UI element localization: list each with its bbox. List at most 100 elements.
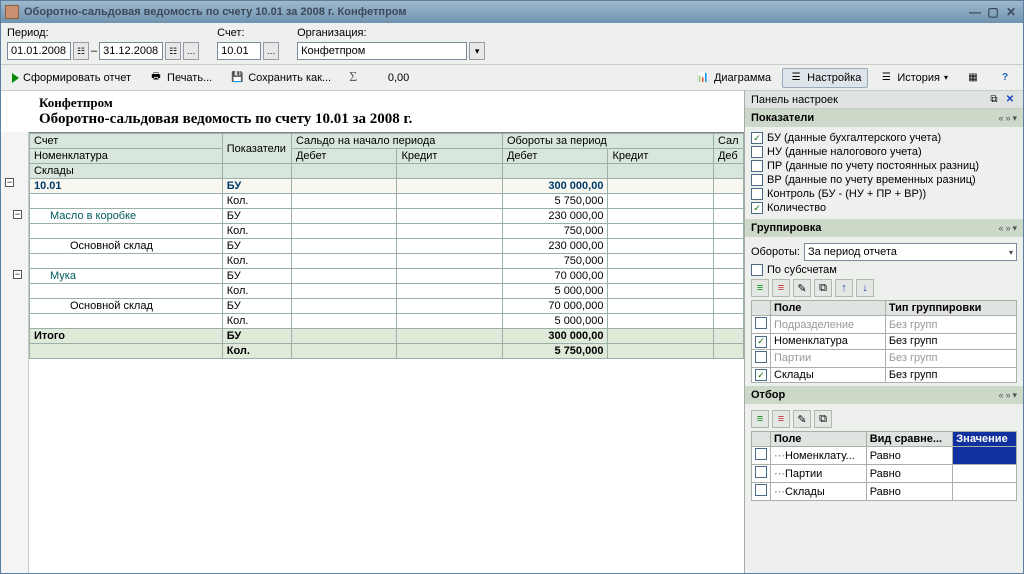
account-input[interactable] [217, 42, 261, 60]
outline-node[interactable]: − [13, 210, 22, 219]
move-up-button[interactable]: ↑ [835, 279, 853, 297]
save-icon: 💾 [230, 71, 244, 85]
print-button[interactable]: 🖶 Печать... [142, 68, 219, 88]
org-input[interactable] [297, 42, 467, 60]
account-label: Счет: [217, 27, 279, 39]
copy-button[interactable]: ⧉ [814, 279, 832, 297]
checkbox-qty[interactable] [751, 202, 763, 214]
indicators-section-header: Показатели « » ▾ [745, 109, 1023, 127]
window-title: Оборотно-сальдовая ведомость по счету 10… [24, 6, 965, 18]
minimize-button[interactable]: — [967, 5, 983, 19]
report-grid[interactable]: Счет Показатели Сальдо на начало периода… [29, 132, 744, 573]
date-to-input[interactable] [99, 42, 163, 60]
account-select-button[interactable]: … [263, 42, 279, 60]
calendar-to-icon[interactable]: ☷ [165, 42, 181, 60]
col-turnover: Обороты за период [502, 134, 713, 149]
table-row: Основной складБУ70 000,000 [30, 299, 744, 314]
turnover-label: Обороты: [751, 246, 800, 258]
list-item: НоменклатураБез групп [752, 334, 1017, 350]
gear-icon: ▦ [966, 71, 980, 85]
panel-dock-button[interactable]: ⧉ [987, 93, 1001, 107]
printer-icon: 🖶 [149, 71, 163, 85]
filter-toolbar: ≡ ≡ ✎ ⧉ [751, 410, 1017, 428]
outline-node[interactable]: − [13, 270, 22, 279]
list-item: ⋯ПартииРавно [752, 465, 1017, 483]
checkbox-nu[interactable] [751, 146, 763, 158]
calendar-from-icon[interactable]: ☷ [73, 42, 89, 60]
edit-button[interactable]: ✎ [793, 410, 811, 428]
period-select-button[interactable]: … [183, 42, 199, 60]
table-row: Кол.750,000 [30, 254, 744, 269]
table-row: Масло в коробкеБУ230 000,00 [30, 209, 744, 224]
delete-row-button[interactable]: ≡ [772, 279, 790, 297]
titlebar: Оборотно-сальдовая ведомость по счету 10… [1, 1, 1023, 23]
period-label: Период: [7, 27, 199, 39]
panel-close-button[interactable]: ✕ [1003, 93, 1017, 107]
checkbox-pr[interactable] [751, 160, 763, 172]
grouping-toolbar: ≡ ≡ ✎ ⧉ ↑ ↓ [751, 279, 1017, 297]
table-row: Основной складБУ230 000,00 [30, 239, 744, 254]
grouping-table[interactable]: ПолеТип группировки ПодразделениеБез гру… [751, 300, 1017, 383]
list-item: СкладыБез групп [752, 367, 1017, 383]
turnover-combo[interactable]: За период отчета▾ [804, 243, 1017, 261]
outline-node[interactable]: − [5, 178, 14, 187]
table-row: 10.01БУ300 000,00 [30, 179, 744, 194]
help-icon: ? [998, 71, 1012, 85]
chart-icon: 📊 [696, 71, 710, 85]
sigma-icon: Σ [349, 70, 357, 86]
table-row-total: Кол.5 750,000 [30, 344, 744, 359]
col-account: Счет [30, 134, 223, 149]
move-down-button[interactable]: ↓ [856, 279, 874, 297]
indicators-section: БУ (данные бухгалтерского учета) НУ (дан… [745, 127, 1023, 219]
nav-next-icon[interactable]: » [1005, 113, 1010, 123]
filter-table[interactable]: ПолеВид сравне...Значение ⋯Номенклату...… [751, 431, 1017, 501]
grouping-section-header: Группировка «»▾ [745, 219, 1023, 237]
play-icon [12, 73, 19, 83]
table-row: Кол.5 000,000 [30, 284, 744, 299]
col-balance-begin: Сальдо на начало периода [291, 134, 502, 149]
filter-section-header: Отбор «»▾ [745, 386, 1023, 404]
copy-button[interactable]: ⧉ [814, 410, 832, 428]
history-icon: ☰ [879, 71, 893, 85]
maximize-button[interactable]: ▢ [985, 5, 1001, 19]
settings-list-icon: ☰ [789, 71, 803, 85]
report-header: Конфетпром Оборотно-сальдовая ведомость … [1, 91, 744, 132]
delete-row-button[interactable]: ≡ [772, 410, 790, 428]
org-dropdown-button[interactable]: ▾ [469, 42, 485, 60]
col-balance-end: Сал [713, 134, 743, 149]
filter-section: ≡ ≡ ✎ ⧉ ПолеВид сравне...Значение ⋯Номен… [745, 404, 1023, 504]
checkbox-vr[interactable] [751, 174, 763, 186]
history-button[interactable]: ☰ История ▾ [872, 68, 955, 88]
add-row-button[interactable]: ≡ [751, 410, 769, 428]
chevron-down-icon[interactable]: ▾ [1012, 113, 1017, 124]
sum-display: Σ 0,00 [342, 67, 416, 89]
nav-prev-icon[interactable]: « [998, 113, 1003, 123]
content-area: Конфетпром Оборотно-сальдовая ведомость … [1, 91, 1023, 573]
list-item: ⋯Номенклату...Равно [752, 447, 1017, 465]
checkbox-subaccounts[interactable] [751, 264, 763, 276]
list-item: ПодразделениеБез групп [752, 316, 1017, 334]
table-row: МукаБУ70 000,00 [30, 269, 744, 284]
date-from-input[interactable] [7, 42, 71, 60]
table-row-total: ИтогоБУ300 000,00 [30, 329, 744, 344]
chevron-down-icon: ▾ [944, 73, 948, 82]
edit-button[interactable]: ✎ [793, 279, 811, 297]
report-area: Конфетпром Оборотно-сальдовая ведомость … [1, 91, 745, 573]
parameters-bar: Период: ☷ – ☷ … Счет: … Организация: ▾ [1, 23, 1023, 65]
checkbox-bu[interactable] [751, 132, 763, 144]
diagram-button[interactable]: 📊 Диаграмма [689, 68, 778, 88]
org-label: Организация: [297, 27, 485, 39]
form-report-button[interactable]: Сформировать отчет [5, 69, 138, 87]
settings-button[interactable]: ☰ Настройка [782, 68, 868, 88]
checkbox-control[interactable] [751, 188, 763, 200]
options-button[interactable]: ▦ [959, 68, 987, 88]
save-as-button[interactable]: 💾 Сохранить как... [223, 68, 338, 88]
outline-gutter: − − − [1, 132, 29, 573]
add-row-button[interactable]: ≡ [751, 279, 769, 297]
list-item: ПартииБез групп [752, 349, 1017, 367]
help-button[interactable]: ? [991, 68, 1019, 88]
toolbar: Сформировать отчет 🖶 Печать... 💾 Сохрани… [1, 65, 1023, 91]
close-button[interactable]: ✕ [1003, 5, 1019, 19]
table-row: Кол.5 000,000 [30, 314, 744, 329]
table-row: Кол.5 750,000 [30, 194, 744, 209]
